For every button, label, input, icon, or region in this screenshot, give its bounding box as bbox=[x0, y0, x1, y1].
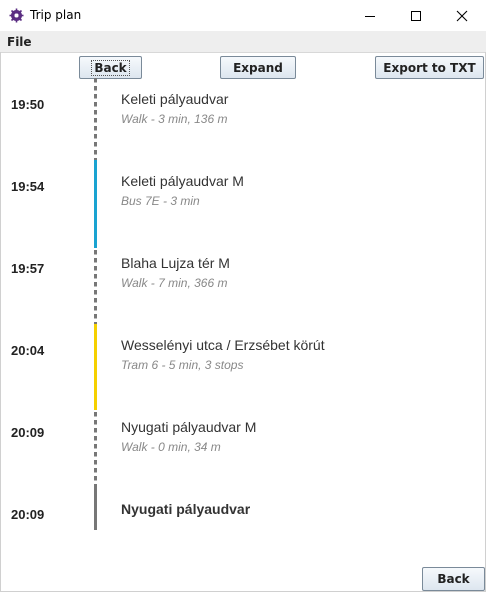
stop-name-destination: Nyugati pályaudvar bbox=[121, 501, 251, 517]
app-icon bbox=[9, 8, 24, 23]
maximize-icon bbox=[411, 10, 421, 21]
menu-file[interactable]: File bbox=[7, 35, 32, 49]
stop-time: 20:09 bbox=[11, 507, 45, 522]
stop-detail: Bus 7E - 3 min bbox=[121, 194, 200, 208]
stop-time: 19:50 bbox=[11, 97, 45, 112]
stop-name: Blaha Lujza tér M bbox=[121, 255, 230, 271]
title-bar: Trip plan bbox=[0, 0, 486, 31]
maximize-button[interactable] bbox=[393, 0, 439, 31]
segment-walk-1 bbox=[94, 78, 97, 160]
stop-detail: Walk - 7 min, 366 m bbox=[121, 276, 228, 290]
export-txt-button[interactable]: Export to TXT bbox=[375, 56, 484, 79]
stop-name: Keleti pályaudvar M bbox=[121, 173, 244, 189]
stop-name: Nyugati pályaudvar M bbox=[121, 419, 257, 435]
stop-detail: Walk - 0 min, 34 m bbox=[121, 440, 221, 454]
window-title: Trip plan bbox=[30, 8, 82, 22]
minimize-icon bbox=[365, 15, 375, 17]
close-icon bbox=[456, 10, 468, 21]
back-button-top-label: Back bbox=[91, 59, 130, 76]
close-button[interactable] bbox=[439, 0, 485, 31]
segment-walk-3 bbox=[94, 412, 97, 488]
segment-tram-6 bbox=[94, 324, 97, 410]
menu-bar: File bbox=[0, 31, 486, 53]
stop-time: 19:57 bbox=[11, 261, 45, 276]
minimize-button[interactable] bbox=[347, 0, 393, 31]
segment-end bbox=[94, 488, 97, 530]
stop-detail: Walk - 3 min, 136 m bbox=[121, 112, 228, 126]
expand-button[interactable]: Expand bbox=[220, 56, 296, 79]
stop-time: 20:04 bbox=[11, 343, 45, 358]
stop-time: 20:09 bbox=[11, 425, 45, 440]
back-button-top[interactable]: Back bbox=[79, 56, 142, 79]
stop-name: Keleti pályaudvar bbox=[121, 91, 229, 107]
stop-time: 19:54 bbox=[11, 179, 45, 194]
stop-name: Wesselényi utca / Erzsébet körút bbox=[121, 337, 325, 353]
stop-detail: Tram 6 - 5 min, 3 stops bbox=[121, 358, 244, 372]
segment-bus-7e bbox=[94, 160, 97, 248]
back-button-bottom[interactable]: Back bbox=[422, 567, 485, 591]
segment-walk-2 bbox=[94, 250, 97, 324]
